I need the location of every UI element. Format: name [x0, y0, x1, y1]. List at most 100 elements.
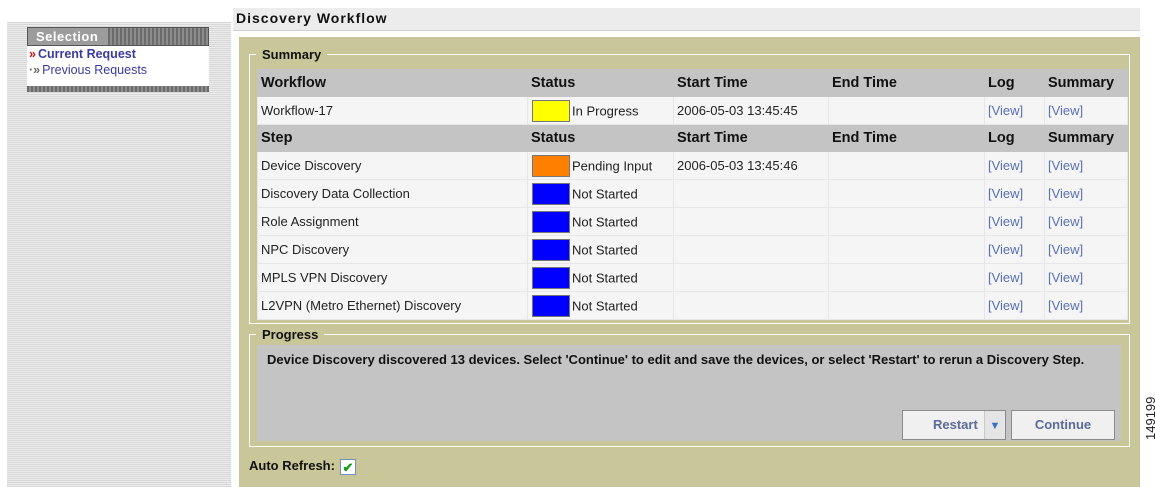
- row-name-cell: Discovery Data Collection: [257, 179, 528, 208]
- summary-view-link[interactable]: [View]: [1048, 242, 1083, 257]
- summary-view-link[interactable]: [View]: [1048, 214, 1083, 229]
- status-cell: Not Started: [527, 291, 674, 320]
- title-bar: Discovery Workflow: [233, 8, 1140, 31]
- log-view-link[interactable]: [View]: [988, 214, 1023, 229]
- sidebar-item-previous-requests[interactable]: ·» Previous Requests: [27, 62, 209, 78]
- log-view-link[interactable]: [View]: [988, 270, 1023, 285]
- log-view-link-cell: [View]: [984, 291, 1045, 320]
- step-row: Role Assignment Not Started [View] [View]: [257, 207, 1128, 236]
- column-header: Status: [527, 69, 674, 97]
- status-text: In Progress: [572, 103, 639, 118]
- summary-view-link-cell: [View]: [1044, 235, 1128, 264]
- row-name-cell: MPLS VPN Discovery: [257, 263, 528, 292]
- workflow-header-row: Workflow Status Start Time End Time Log Summa…: [257, 69, 1128, 97]
- column-header: Log: [984, 69, 1045, 97]
- step-row: NPC Discovery Not Started [View] [View]: [257, 235, 1128, 264]
- row-name: Discovery Data Collection: [261, 186, 410, 201]
- continue-button[interactable]: Continue: [1011, 410, 1115, 440]
- step-row: MPLS VPN Discovery Not Started [View] [View…: [257, 263, 1128, 292]
- log-view-link[interactable]: [View]: [988, 103, 1023, 118]
- status-swatch: [532, 238, 570, 261]
- step-row: Discovery Data Collection Not Started [Vie…: [257, 179, 1128, 208]
- summary-view-link[interactable]: [View]: [1048, 298, 1083, 313]
- column-header: Workflow: [257, 69, 528, 97]
- chevron-down-icon[interactable]: ▼: [984, 411, 1005, 439]
- log-view-link-cell: [View]: [984, 179, 1045, 208]
- log-view-link-cell: [View]: [984, 151, 1045, 180]
- status-text: Pending Input: [572, 158, 653, 173]
- start-time-cell: [673, 263, 829, 292]
- column-header: End Time: [828, 124, 985, 152]
- end-time-cell: [828, 151, 985, 180]
- bullet-icon: ·»: [29, 63, 41, 77]
- status-swatch: [532, 294, 570, 317]
- summary-view-link[interactable]: [View]: [1048, 103, 1083, 118]
- bullet-icon: »: [29, 47, 36, 61]
- status-text: Not Started: [572, 298, 638, 313]
- log-view-link[interactable]: [View]: [988, 298, 1023, 313]
- start-time-cell: 2006-05-03 13:45:46: [673, 151, 829, 180]
- workflow-panel: Summary Workflow Status Start Time End Time…: [239, 37, 1140, 487]
- start-time-cell: 2006-05-03 13:45:45: [673, 96, 829, 125]
- selection-header: Selection: [27, 27, 209, 46]
- status-cell: In Progress: [527, 96, 674, 125]
- column-header: Status: [527, 124, 674, 152]
- auto-refresh: Auto Refresh: ✔: [249, 457, 356, 475]
- column-header: Summary: [1044, 124, 1128, 152]
- log-view-link[interactable]: [View]: [988, 186, 1023, 201]
- auto-refresh-checkbox[interactable]: ✔: [339, 458, 356, 475]
- status-text: Not Started: [572, 186, 638, 201]
- start-time-cell: [673, 291, 829, 320]
- start-time-cell: [673, 179, 829, 208]
- summary-view-link[interactable]: [View]: [1048, 158, 1083, 173]
- status-cell: Not Started: [527, 179, 674, 208]
- summary-view-link-cell: [View]: [1044, 179, 1128, 208]
- status-text: Not Started: [572, 270, 638, 285]
- log-view-link[interactable]: [View]: [988, 242, 1023, 257]
- status-cell: Not Started: [527, 263, 674, 292]
- log-view-link-cell: [View]: [984, 263, 1045, 292]
- selection-panel: Selection » Current Request ·» Previous Re…: [27, 27, 209, 92]
- row-name: NPC Discovery: [261, 242, 350, 257]
- column-header: Summary: [1044, 69, 1128, 97]
- row-name: MPLS VPN Discovery: [261, 270, 388, 285]
- column-header: Log: [984, 124, 1045, 152]
- end-time-cell: [828, 235, 985, 264]
- status-cell: Not Started: [527, 207, 674, 236]
- column-header: Start Time: [673, 124, 829, 152]
- log-view-link[interactable]: [View]: [988, 158, 1023, 173]
- progress-area: Device Discovery discovered 13 devices. …: [257, 345, 1121, 441]
- log-view-link-cell: [View]: [984, 235, 1045, 264]
- status-text: Not Started: [572, 214, 638, 229]
- column-header: End Time: [828, 69, 985, 97]
- figure-id: 149199: [1143, 396, 1155, 440]
- status-cell: Not Started: [527, 235, 674, 264]
- sidebar-item-current-request[interactable]: » Current Request: [27, 46, 209, 62]
- end-time-cell: [828, 207, 985, 236]
- summary-legend: Summary: [256, 47, 328, 62]
- summary-view-link[interactable]: [View]: [1048, 270, 1083, 285]
- start-time: 2006-05-03 13:45:45: [677, 103, 798, 118]
- column-header: Step: [257, 124, 528, 152]
- status-text: Not Started: [572, 242, 638, 257]
- row-name: L2VPN (Metro Ethernet) Discovery: [261, 298, 462, 313]
- status-swatch: [532, 99, 570, 122]
- step-row: L2VPN (Metro Ethernet) Discovery Not Star…: [257, 291, 1128, 320]
- status-swatch: [532, 266, 570, 289]
- start-time-cell: [673, 235, 829, 264]
- summary-view-link-cell: [View]: [1044, 263, 1128, 292]
- summary-view-link[interactable]: [View]: [1048, 186, 1083, 201]
- start-time-cell: [673, 207, 829, 236]
- progress-message: Device Discovery discovered 13 devices. …: [267, 352, 1085, 367]
- row-name: Workflow-17: [261, 103, 334, 118]
- restart-label: Restart: [933, 417, 978, 432]
- end-time-cell: [828, 263, 985, 292]
- selection-header-label: Selection: [28, 28, 109, 45]
- row-name-cell: Role Assignment: [257, 207, 528, 236]
- row-name-cell: Device Discovery: [257, 151, 528, 180]
- restart-button[interactable]: Restart ▼: [902, 410, 1006, 440]
- row-name: Device Discovery: [261, 158, 362, 173]
- row-name: Role Assignment: [261, 214, 359, 229]
- summary-view-link-cell: [View]: [1044, 291, 1128, 320]
- progress-legend: Progress: [256, 327, 325, 342]
